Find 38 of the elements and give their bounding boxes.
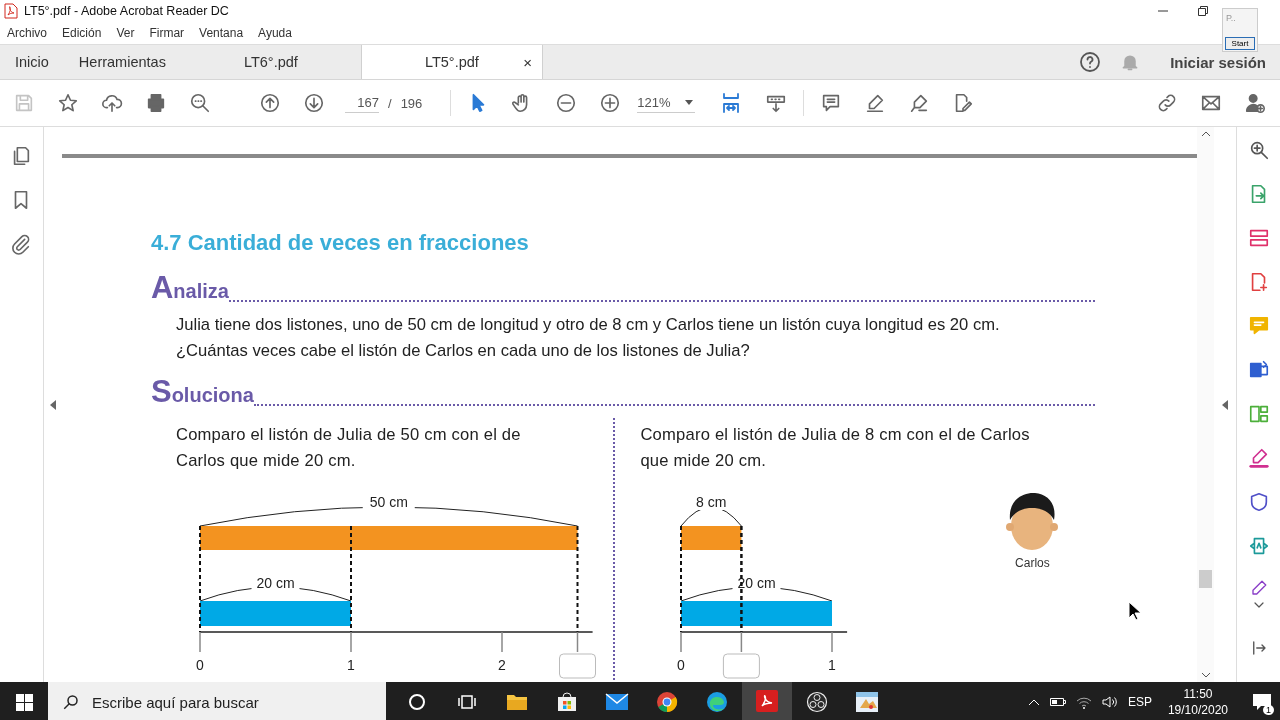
- tab[interactable]: Herramientas: [63, 45, 181, 79]
- menu-item[interactable]: Archivo: [7, 26, 47, 40]
- tab[interactable]: LT6°.pdf: [180, 45, 362, 79]
- problem-text: Julia tiene dos listones, uno de 50 cm de longitud y otro de 8 cm y Carlos tiene un listón cuya longitud es 20 cm. ¿Cuántas veces cabe el listón de Carlos en cada uno de los listones de Julia?: [175, 314, 1001, 362]
- menu-item[interactable]: Ver: [116, 26, 135, 40]
- sign-in-link[interactable]: Iniciar sesión: [1170, 53, 1266, 71]
- window-title: LT5°.pdf - Adobe Acrobat Reader DC: [24, 4, 229, 18]
- length-label: 20 cm: [256, 575, 295, 591]
- clock-time: 11:50: [1183, 686, 1213, 702]
- start-button[interactable]: Start: [1225, 37, 1255, 50]
- close-tab-icon[interactable]: ×: [523, 53, 532, 71]
- tick-label: 2: [498, 657, 506, 673]
- tab[interactable]: Inicio: [0, 45, 64, 79]
- menu-item[interactable]: Edición: [62, 26, 102, 40]
- length-label: 50 cm: [369, 494, 408, 510]
- section-heading: 4.7 Cantidad de veces en fracciones: [150, 230, 530, 256]
- menu-item[interactable]: Ayuda: [258, 26, 292, 40]
- tick-label: 1: [347, 657, 355, 673]
- explanation-text: Comparo el listón de Julia de 50 cm con el de Carlos que mide 20 cm.: [175, 424, 522, 472]
- zoom-dropdown[interactable]: 121%: [637, 93, 695, 113]
- tick-label: 1: [828, 657, 837, 673]
- section-title: Soluciona: [150, 374, 254, 410]
- menu-item[interactable]: Ventana: [199, 26, 244, 40]
- tick-label: 0: [677, 657, 686, 673]
- tick-label: 0: [196, 657, 204, 673]
- tab[interactable]: LT5°.pdf ×: [361, 45, 543, 79]
- explanation-text: Comparo el listón de Julia de 8 cm con el de Carlos que mide 20 cm.: [640, 424, 1031, 472]
- page-separator: /: [388, 95, 392, 111]
- length-label: 8 cm: [696, 494, 727, 510]
- taskbar-search-field[interactable]: Escribe aquí para buscar: [48, 682, 386, 720]
- language-indicator[interactable]: ESP: [1127, 695, 1152, 709]
- panel-text: P..: [1225, 12, 1237, 23]
- clock-date: 19/10/2020: [1167, 702, 1228, 718]
- notification-count: 1: [1263, 705, 1274, 715]
- page-total: 196: [400, 95, 423, 111]
- section-title: Analiza: [150, 270, 229, 306]
- menu-item[interactable]: Firmar: [149, 26, 185, 40]
- character-name: Carlos: [1015, 556, 1050, 570]
